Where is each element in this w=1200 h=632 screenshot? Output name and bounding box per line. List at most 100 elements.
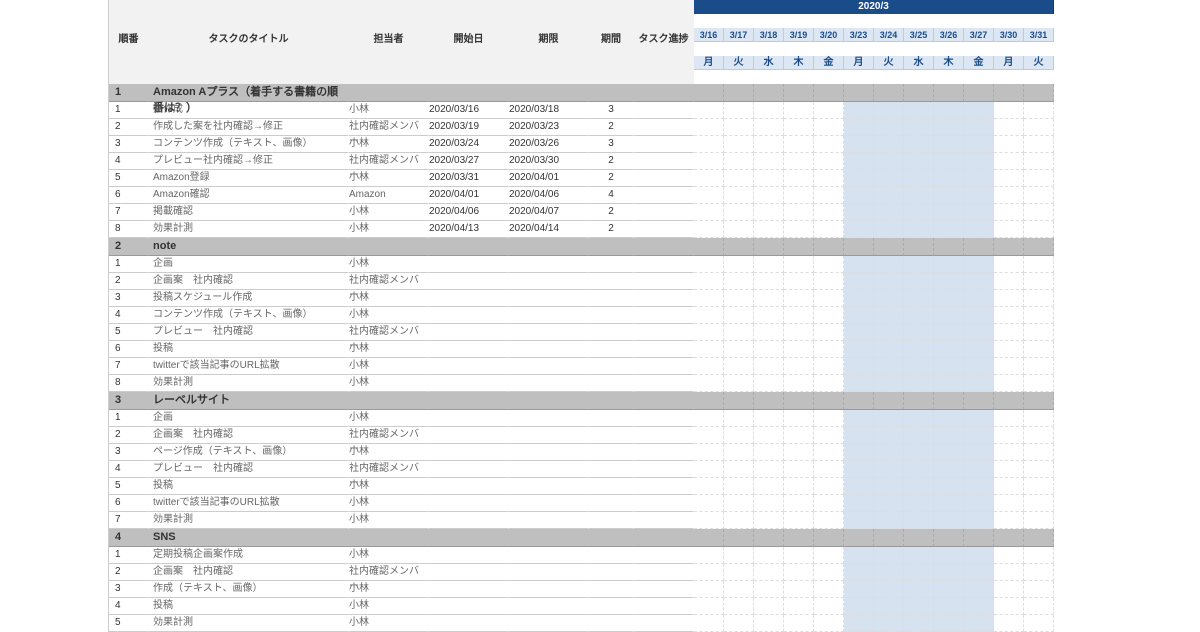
calendar-cell[interactable]: [784, 204, 814, 221]
calendar-cell[interactable]: [754, 187, 784, 204]
calendar-cell[interactable]: [724, 615, 754, 632]
calendar-cell[interactable]: [994, 598, 1024, 615]
task-progress[interactable]: [634, 564, 694, 581]
calendar-cell[interactable]: [964, 547, 994, 564]
calendar-cell[interactable]: [1024, 119, 1054, 136]
calendar-cell[interactable]: [904, 478, 934, 495]
calendar-cell[interactable]: [844, 512, 874, 529]
calendar-cell[interactable]: [934, 598, 964, 615]
calendar-cell[interactable]: [994, 547, 1024, 564]
calendar-cell[interactable]: [784, 187, 814, 204]
calendar-cell[interactable]: [814, 153, 844, 170]
calendar-cell[interactable]: [784, 256, 814, 273]
calendar-cell[interactable]: [994, 153, 1024, 170]
calendar-cell[interactable]: [724, 444, 754, 461]
calendar-cell[interactable]: [724, 512, 754, 529]
calendar-cell[interactable]: [814, 102, 844, 119]
calendar-cell[interactable]: [934, 204, 964, 221]
calendar-cell[interactable]: [754, 410, 784, 427]
calendar-cell[interactable]: [994, 273, 1024, 290]
calendar-cell[interactable]: [754, 102, 784, 119]
calendar-cell[interactable]: [964, 170, 994, 187]
calendar-cell[interactable]: [1024, 102, 1054, 119]
calendar-cell[interactable]: [814, 512, 844, 529]
calendar-cell[interactable]: [904, 170, 934, 187]
calendar-cell[interactable]: [1024, 204, 1054, 221]
calendar-cell[interactable]: [814, 341, 844, 358]
calendar-cell[interactable]: [784, 581, 814, 598]
calendar-cell[interactable]: [904, 324, 934, 341]
calendar-cell[interactable]: [904, 221, 934, 238]
task-progress[interactable]: [634, 136, 694, 153]
calendar-cell[interactable]: [874, 444, 904, 461]
calendar-cell[interactable]: [754, 461, 784, 478]
calendar-cell[interactable]: [754, 324, 784, 341]
calendar-cell[interactable]: [874, 307, 904, 324]
calendar-cell[interactable]: [934, 461, 964, 478]
calendar-cell[interactable]: [694, 581, 724, 598]
calendar-cell[interactable]: [874, 375, 904, 392]
calendar-cell[interactable]: [904, 358, 934, 375]
calendar-cell[interactable]: [874, 204, 904, 221]
calendar-cell[interactable]: [1024, 615, 1054, 632]
calendar-cell[interactable]: [694, 187, 724, 204]
calendar-cell[interactable]: [904, 427, 934, 444]
calendar-cell[interactable]: [934, 427, 964, 444]
calendar-cell[interactable]: [934, 581, 964, 598]
task-progress[interactable]: [634, 410, 694, 427]
calendar-cell[interactable]: [724, 290, 754, 307]
calendar-cell[interactable]: [814, 136, 844, 153]
calendar-cell[interactable]: [844, 581, 874, 598]
gantt-sheet[interactable]: 2020/3順番タスクのタイトル担当者開始日期限期間タスク進捗3/163/173…: [108, 0, 1200, 632]
calendar-cell[interactable]: [724, 375, 754, 392]
calendar-cell[interactable]: [934, 512, 964, 529]
calendar-cell[interactable]: [964, 341, 994, 358]
calendar-cell[interactable]: [724, 581, 754, 598]
calendar-cell[interactable]: [994, 204, 1024, 221]
calendar-cell[interactable]: [964, 444, 994, 461]
calendar-cell[interactable]: [934, 564, 964, 581]
calendar-cell[interactable]: [694, 153, 724, 170]
calendar-cell[interactable]: [754, 307, 784, 324]
calendar-cell[interactable]: [784, 598, 814, 615]
calendar-cell[interactable]: [874, 358, 904, 375]
calendar-cell[interactable]: [754, 427, 784, 444]
calendar-cell[interactable]: [1024, 221, 1054, 238]
calendar-cell[interactable]: [904, 119, 934, 136]
calendar-cell[interactable]: [964, 598, 994, 615]
calendar-cell[interactable]: [934, 256, 964, 273]
calendar-cell[interactable]: [784, 273, 814, 290]
calendar-cell[interactable]: [784, 153, 814, 170]
task-progress[interactable]: [634, 256, 694, 273]
calendar-cell[interactable]: [844, 119, 874, 136]
calendar-cell[interactable]: [994, 478, 1024, 495]
task-progress[interactable]: [634, 581, 694, 598]
calendar-cell[interactable]: [694, 461, 724, 478]
calendar-cell[interactable]: [964, 564, 994, 581]
calendar-cell[interactable]: [934, 273, 964, 290]
calendar-cell[interactable]: [694, 290, 724, 307]
calendar-cell[interactable]: [724, 307, 754, 324]
calendar-cell[interactable]: [844, 221, 874, 238]
calendar-cell[interactable]: [814, 461, 844, 478]
calendar-cell[interactable]: [784, 375, 814, 392]
calendar-cell[interactable]: [754, 564, 784, 581]
calendar-cell[interactable]: [874, 119, 904, 136]
calendar-cell[interactable]: [844, 187, 874, 204]
calendar-cell[interactable]: [1024, 444, 1054, 461]
calendar-cell[interactable]: [1024, 358, 1054, 375]
calendar-cell[interactable]: [844, 170, 874, 187]
calendar-cell[interactable]: [754, 375, 784, 392]
calendar-cell[interactable]: [964, 358, 994, 375]
calendar-cell[interactable]: [844, 136, 874, 153]
calendar-cell[interactable]: [874, 615, 904, 632]
calendar-cell[interactable]: [784, 341, 814, 358]
calendar-cell[interactable]: [994, 221, 1024, 238]
calendar-cell[interactable]: [994, 290, 1024, 307]
calendar-cell[interactable]: [994, 495, 1024, 512]
calendar-cell[interactable]: [904, 375, 934, 392]
calendar-cell[interactable]: [934, 102, 964, 119]
calendar-cell[interactable]: [724, 410, 754, 427]
calendar-cell[interactable]: [1024, 153, 1054, 170]
calendar-cell[interactable]: [694, 444, 724, 461]
